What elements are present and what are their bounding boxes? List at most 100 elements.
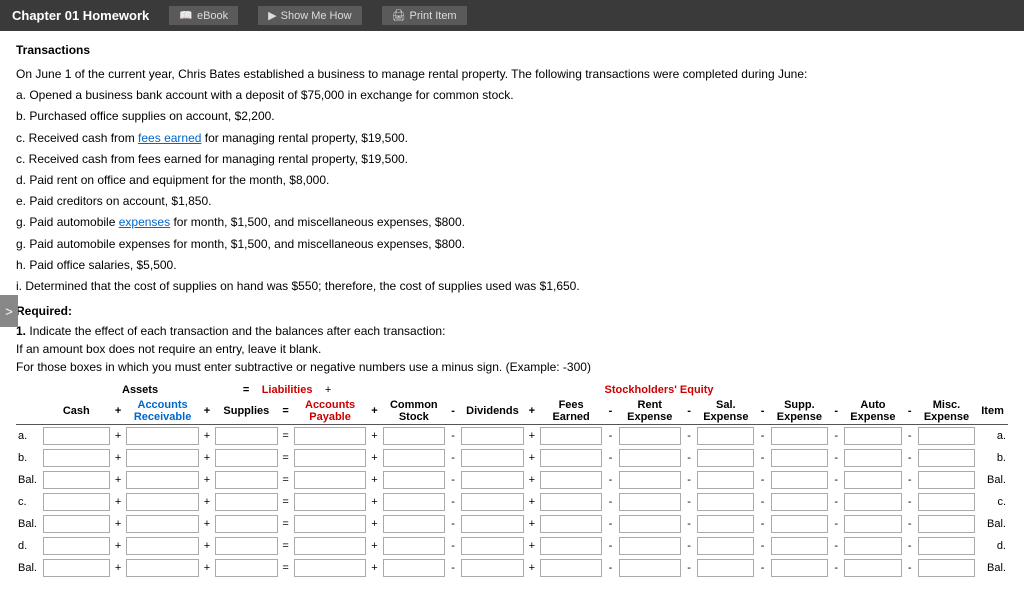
input-bal2-ar[interactable] [126, 515, 199, 533]
input-c-stock[interactable] [383, 493, 445, 511]
input-bal3-supp[interactable] [771, 559, 828, 577]
input-d-auto[interactable] [844, 537, 901, 555]
input-bal3-dividends[interactable] [461, 559, 523, 577]
input-a-misc[interactable] [918, 427, 975, 445]
input-bal1-rent[interactable] [619, 471, 681, 489]
input-b-misc[interactable] [918, 449, 975, 467]
input-bal1-auto[interactable] [844, 471, 901, 489]
input-c-fees[interactable] [540, 493, 602, 511]
row-label-bal3: Bal. [16, 557, 41, 579]
input-bal2-dividends[interactable] [461, 515, 523, 533]
input-b-stock[interactable] [383, 449, 445, 467]
intro-text: On June 1 of the current year, Chris Bat… [16, 65, 1008, 296]
input-d-cash[interactable] [43, 537, 111, 555]
show-me-how-button[interactable]: ▶ Show Me How [258, 6, 361, 25]
print-item-button[interactable]: 🖨 Print Item [382, 6, 467, 25]
input-bal3-ar[interactable] [126, 559, 199, 577]
input-a-supplies[interactable] [215, 427, 277, 445]
input-d-ar[interactable] [126, 537, 199, 555]
input-d-misc[interactable] [918, 537, 975, 555]
input-b-sal[interactable] [697, 449, 754, 467]
input-bal3-rent[interactable] [619, 559, 681, 577]
row-label-bal1: Bal. [16, 469, 41, 491]
input-c-supp[interactable] [771, 493, 828, 511]
ebook-button[interactable]: 📖 eBook [169, 6, 238, 25]
input-b-dividends[interactable] [461, 449, 523, 467]
input-bal2-rent[interactable] [619, 515, 681, 533]
input-bal2-ap[interactable] [294, 515, 367, 533]
header-misc: Misc.Expense [916, 398, 977, 424]
input-b-auto[interactable] [844, 449, 901, 467]
input-bal1-stock[interactable] [383, 471, 445, 489]
input-bal1-cash[interactable] [43, 471, 111, 489]
input-c-misc[interactable] [918, 493, 975, 511]
input-c-supplies[interactable] [215, 493, 277, 511]
input-a-ar[interactable] [126, 427, 199, 445]
input-c-ap[interactable] [294, 493, 367, 511]
input-d-stock[interactable] [383, 537, 445, 555]
input-a-auto[interactable] [844, 427, 901, 445]
input-c-cash[interactable] [43, 493, 111, 511]
input-c-ar[interactable] [126, 493, 199, 511]
input-d-sal[interactable] [697, 537, 754, 555]
input-a-dividends[interactable] [461, 427, 523, 445]
input-a-sal[interactable] [697, 427, 754, 445]
input-bal1-sal[interactable] [697, 471, 754, 489]
input-d-ap[interactable] [294, 537, 367, 555]
input-bal1-dividends[interactable] [461, 471, 523, 489]
input-b-supp[interactable] [771, 449, 828, 467]
input-a-fees[interactable] [540, 427, 602, 445]
input-d-supplies[interactable] [215, 537, 277, 555]
input-a-ap[interactable] [294, 427, 367, 445]
input-c-sal[interactable] [697, 493, 754, 511]
input-bal2-cash[interactable] [43, 515, 111, 533]
input-bal2-fees[interactable] [540, 515, 602, 533]
assets-label: Assets [122, 384, 158, 396]
header-ar: AccountsReceivable [124, 398, 201, 424]
input-bal3-ap[interactable] [294, 559, 367, 577]
input-d-dividends[interactable] [461, 537, 523, 555]
input-b-rent[interactable] [619, 449, 681, 467]
row-label-c: c. [16, 491, 41, 513]
header-supp: Supp.Expense [769, 398, 830, 424]
nav-arrow[interactable]: > [0, 295, 18, 327]
input-bal2-supp[interactable] [771, 515, 828, 533]
input-bal2-sal[interactable] [697, 515, 754, 533]
input-bal1-ap[interactable] [294, 471, 367, 489]
input-b-fees[interactable] [540, 449, 602, 467]
input-d-rent[interactable] [619, 537, 681, 555]
input-d-fees[interactable] [540, 537, 602, 555]
input-a-cash[interactable] [43, 427, 111, 445]
input-c-rent[interactable] [619, 493, 681, 511]
input-bal2-auto[interactable] [844, 515, 901, 533]
input-bal3-cash[interactable] [43, 559, 111, 577]
input-bal1-misc[interactable] [918, 471, 975, 489]
input-bal3-supplies[interactable] [215, 559, 277, 577]
input-bal2-stock[interactable] [383, 515, 445, 533]
input-c-auto[interactable] [844, 493, 901, 511]
header-stock: CommonStock [381, 398, 447, 424]
header-item-right: Item [977, 398, 1008, 424]
input-bal1-ar[interactable] [126, 471, 199, 489]
input-b-cash[interactable] [43, 449, 111, 467]
input-bal1-supplies[interactable] [215, 471, 277, 489]
input-bal1-supp[interactable] [771, 471, 828, 489]
input-a-supp[interactable] [771, 427, 828, 445]
input-bal1-fees[interactable] [540, 471, 602, 489]
input-b-ar[interactable] [126, 449, 199, 467]
input-a-stock[interactable] [383, 427, 445, 445]
input-bal2-supplies[interactable] [215, 515, 277, 533]
input-bal3-stock[interactable] [383, 559, 445, 577]
input-a-rent[interactable] [619, 427, 681, 445]
input-bal3-fees[interactable] [540, 559, 602, 577]
input-bal3-misc[interactable] [918, 559, 975, 577]
input-bal3-sal[interactable] [697, 559, 754, 577]
table-row: Bal. + + = + - + - - [16, 513, 1008, 535]
input-d-supp[interactable] [771, 537, 828, 555]
input-b-supplies[interactable] [215, 449, 277, 467]
input-c-dividends[interactable] [461, 493, 523, 511]
question-block: 1. Indicate the effect of each transacti… [16, 322, 1008, 376]
input-bal2-misc[interactable] [918, 515, 975, 533]
input-bal3-auto[interactable] [844, 559, 901, 577]
input-b-ap[interactable] [294, 449, 367, 467]
